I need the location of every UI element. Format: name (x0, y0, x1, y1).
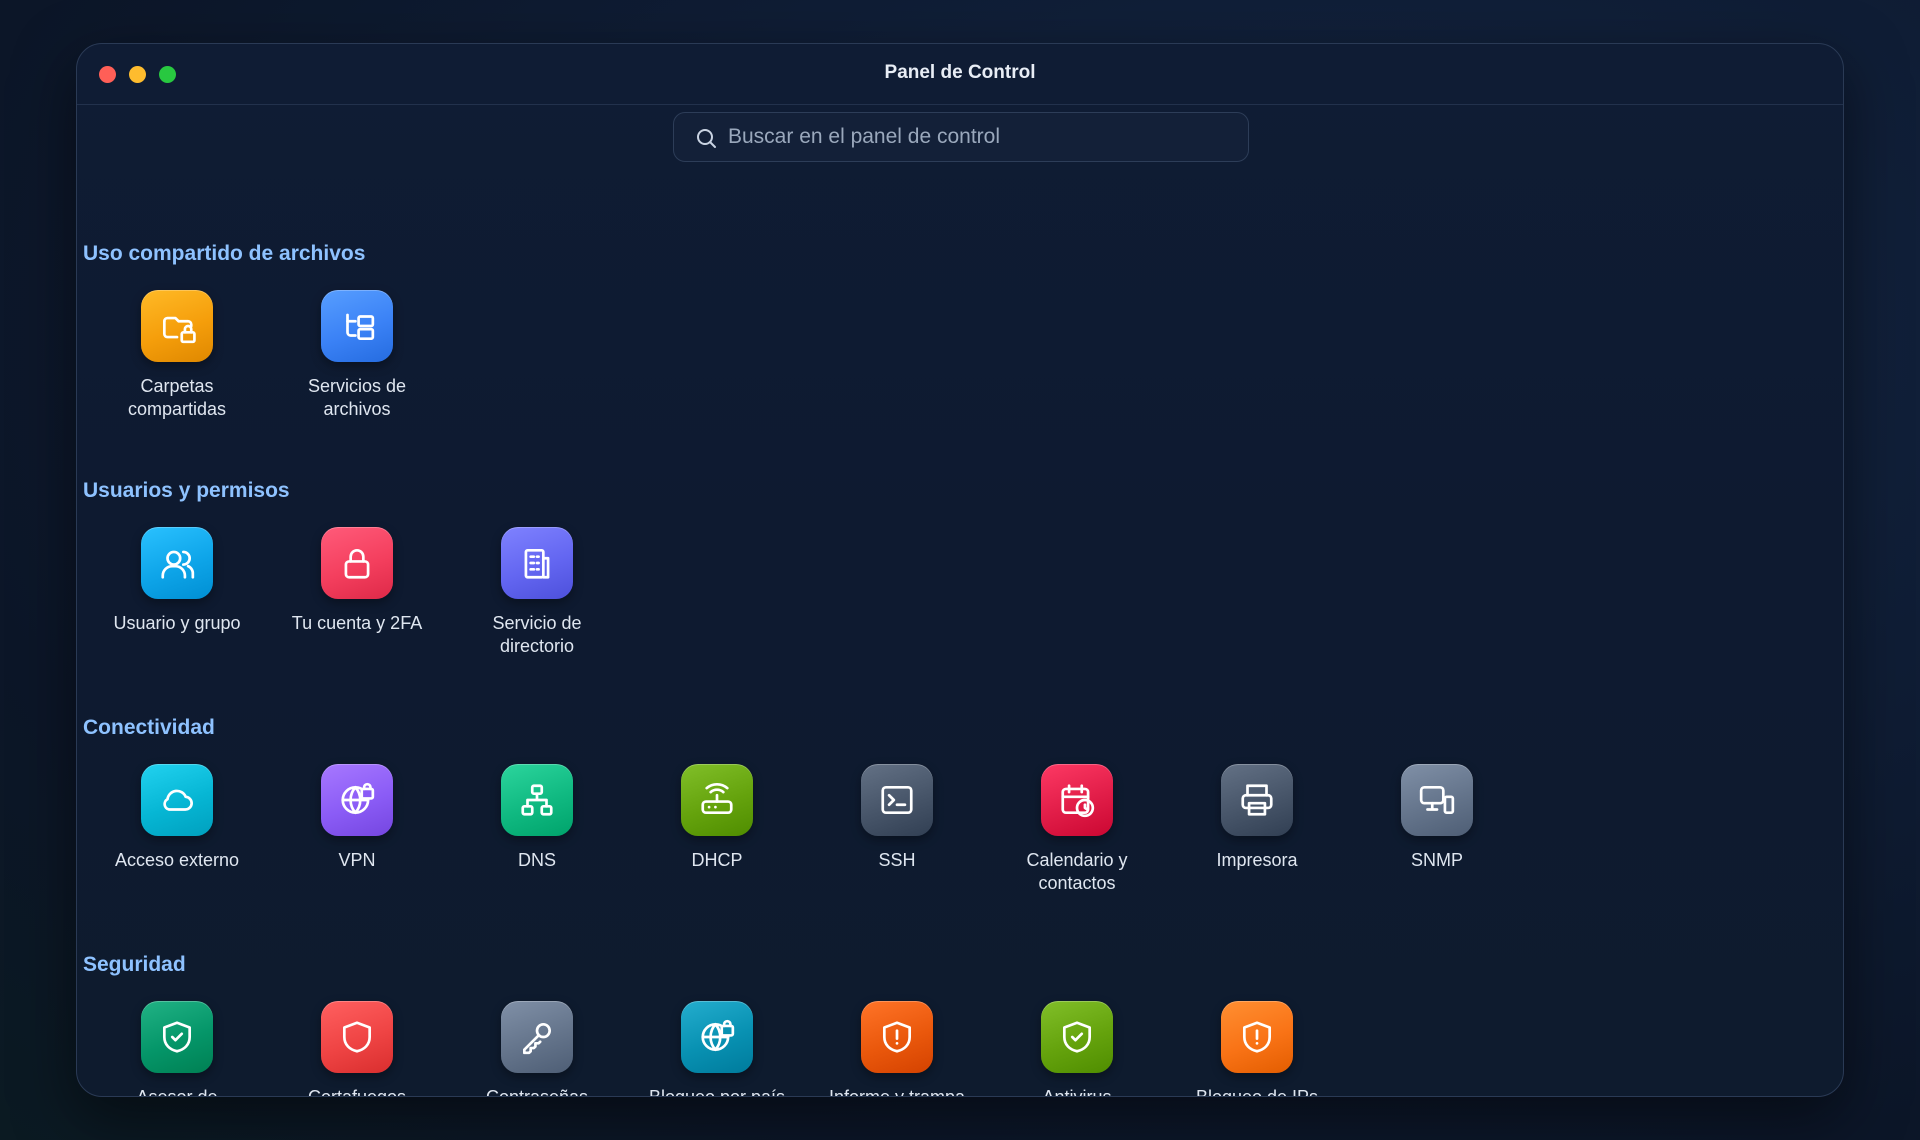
item-label: Servicios de archivos (307, 376, 407, 419)
globe-lock-icon (341, 782, 375, 815)
item-label: Antivirus (1042, 1087, 1112, 1097)
control-panel-item[interactable]: Cortafuegos (277, 1001, 437, 1097)
control-panel-item[interactable]: DNS (457, 764, 617, 872)
control-panel-item[interactable]: Servicios de archivos (277, 290, 437, 421)
app-tile[interactable] (1221, 1001, 1293, 1073)
control-panel-item[interactable]: Servicio de directorio (457, 527, 617, 658)
monitor-icon (1419, 785, 1455, 815)
calendar-clock-icon (1061, 784, 1095, 818)
app-tile[interactable] (681, 1001, 753, 1073)
app-tile[interactable] (141, 290, 213, 362)
building-icon (524, 548, 550, 579)
shield-alert-icon (882, 1021, 912, 1053)
lock-icon (344, 549, 370, 579)
control-panel-item[interactable]: SSH (817, 764, 977, 872)
item-label: VPN (338, 850, 376, 870)
folder-tree-icon (346, 313, 375, 341)
app-tile[interactable] (1221, 764, 1293, 836)
control-panel-item[interactable]: Carpetas compartidas (97, 290, 257, 421)
item-label: Cortafuegos (307, 1087, 407, 1097)
window-title: Panel de Control (884, 62, 1036, 83)
app-tile[interactable] (321, 1001, 393, 1073)
section-title: Usuarios y permisos (83, 479, 290, 502)
search-icon (697, 129, 716, 148)
item-label: Impresora (1216, 850, 1298, 870)
control-panel-item[interactable]: Usuario y grupo (97, 527, 257, 635)
item-label: Servicio de directorio (492, 613, 582, 656)
control-panel-item[interactable]: Calendario y contactos (997, 764, 1157, 895)
app-tile[interactable] (861, 764, 933, 836)
control-panel-item[interactable]: Acceso externo (97, 764, 257, 872)
search-input[interactable] (728, 113, 1228, 161)
terminal-icon (881, 785, 913, 815)
section-title: Uso compartido de archivos (83, 242, 366, 265)
app-tile[interactable] (321, 764, 393, 836)
item-label: Asesor de seguridad (136, 1087, 218, 1097)
app-tile[interactable] (1041, 1001, 1113, 1073)
item-label: SSH (878, 850, 916, 870)
control-panel-item[interactable]: SNMP (1357, 764, 1517, 872)
item-label: Contraseñas (485, 1087, 589, 1097)
item-label: Tu cuenta y 2FA (291, 613, 423, 633)
section-title: Conectividad (83, 716, 215, 739)
section-title: Seguridad (83, 953, 186, 976)
key-icon (522, 1022, 552, 1055)
app-tile[interactable] (861, 1001, 933, 1073)
app-tile[interactable] (501, 764, 573, 836)
shield-icon (342, 1021, 372, 1053)
app-tile[interactable] (141, 527, 213, 599)
control-panel-item[interactable]: Contraseñas (457, 1001, 617, 1097)
control-panel-item[interactable]: Informe y trampa (817, 1001, 977, 1097)
globe-lock-icon (701, 1019, 735, 1052)
cloud-icon (163, 789, 193, 811)
app-tile[interactable] (681, 764, 753, 836)
item-label: SNMP (1410, 850, 1463, 870)
users-icon (161, 550, 195, 579)
app-tile[interactable] (1401, 764, 1473, 836)
app-tile[interactable] (501, 1001, 573, 1073)
folder-lock-icon (162, 316, 196, 344)
item-label: Calendario y contactos (1026, 850, 1128, 893)
item-label: Usuario y grupo (113, 613, 241, 633)
control-panel-item[interactable]: DHCP (637, 764, 797, 872)
shield-alert-icon (1242, 1021, 1272, 1053)
title-bar: Panel de Control (77, 44, 1843, 105)
app-tile[interactable] (501, 527, 573, 599)
control-panel-item[interactable]: Impresora (1177, 764, 1337, 872)
control-panel-item[interactable]: VPN (277, 764, 437, 872)
app-tile[interactable] (141, 764, 213, 836)
control-panel-item[interactable]: Tu cuenta y 2FA (277, 527, 437, 635)
item-label: Carpetas compartidas (127, 376, 227, 419)
control-panel-item[interactable]: Bloqueo de IPs (1177, 1001, 1337, 1097)
control-panel-window: Panel de Control Uso compartido de archi… (76, 43, 1844, 1097)
item-label: Bloqueo por país (648, 1087, 786, 1097)
app-tile[interactable] (1041, 764, 1113, 836)
control-panel-item[interactable]: Antivirus (997, 1001, 1157, 1097)
item-label: Acceso externo (114, 850, 240, 870)
app-tile[interactable] (321, 290, 393, 362)
item-label: Bloqueo de IPs (1195, 1087, 1319, 1097)
printer-icon (1241, 784, 1273, 816)
app-tile[interactable] (141, 1001, 213, 1073)
item-label: DHCP (691, 850, 743, 870)
shield-check-icon (162, 1021, 192, 1053)
item-label: Informe y trampa (828, 1087, 966, 1097)
network-icon (521, 784, 553, 816)
control-panel-item[interactable]: Asesor de seguridad (97, 1001, 257, 1097)
shield-check-icon (1062, 1021, 1092, 1053)
item-label: DNS (517, 850, 556, 870)
control-panel-item[interactable]: Bloqueo por país (637, 1001, 797, 1097)
search-bar[interactable] (673, 112, 1249, 162)
app-tile[interactable] (321, 527, 393, 599)
router-icon (701, 783, 733, 815)
